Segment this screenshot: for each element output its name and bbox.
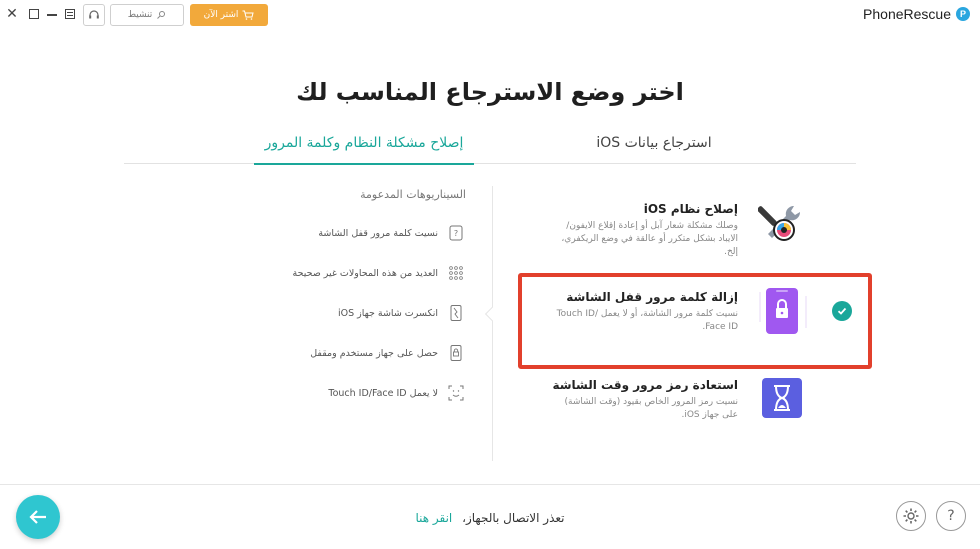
scenario-label: لا يعمل Touch ID/Face ID [328,387,438,399]
tab-system-repair[interactable]: إصلاح مشكلة النظام وكلمة المرور [254,122,474,165]
mode-tabs: استرجاع بيانات iOS إصلاح مشكلة النظام وك… [124,122,856,165]
scenario-item: حصل على جهاز مستخدم ومقفل [290,333,466,373]
password-icon: ? [446,223,466,243]
lock-icon [446,343,466,363]
option-remove-screen-lock[interactable]: إزالة كلمة مرور قفل الشاشة نسيت كلمة مرو… [548,290,738,334]
tab-ios-data-recovery[interactable]: استرجاع بيانات iOS [544,122,764,164]
option-ios-repair[interactable]: إصلاح نظام iOS وصلك مشكلة شعار آبل أو إع… [548,202,738,259]
settings-button[interactable] [896,501,926,531]
connection-message: تعذر الاتصال بالجهاز، انقر هنا [0,511,980,525]
screen-lock-icon [756,282,810,346]
broken-phone-icon [446,303,466,323]
page-title: اختر وضع الاسترجاع المناسب لك [296,78,684,106]
phonerescue-logo-icon: P [956,7,970,21]
app-name: PhoneRescue [863,6,951,22]
option-description: نسيت رمز المرور الخاص بقيود (وقت الشاشة)… [564,397,738,420]
maximize-icon[interactable] [26,6,42,22]
option-title: استعادة رمز مرور وقت الشاشة [552,378,738,392]
selected-check-icon [832,301,852,321]
menu-icon[interactable] [62,6,78,22]
footer: تعذر الاتصال بالجهاز، انقر هنا ? [0,484,980,549]
app-brand: PhoneRescue P [863,6,970,22]
headset-icon [89,10,99,19]
support-button[interactable] [83,4,105,26]
buy-now-button[interactable]: اشتر الآن [190,4,268,26]
scenario-item: ? نسيت كلمة مرور قفل الشاشة [290,213,466,253]
scenario-item: العديد من هذه المحاولات غير صحيحة [290,253,466,293]
scenario-item: انكسرت شاشة جهاز iOS [290,293,466,333]
help-button[interactable]: ? [936,501,966,531]
question-icon: ? [947,508,955,524]
option-screen-time-passcode[interactable]: استعادة رمز مرور وقت الشاشة نسيت رمز الم… [548,378,738,422]
gear-icon [903,508,919,524]
supported-scenarios: السيناريوهات المدعومة ? نسيت كلمة مرور ق… [290,188,466,413]
click-here-link[interactable]: انقر هنا [415,511,452,525]
divider-pointer [484,306,500,322]
option-title: إزالة كلمة مرور قفل الشاشة [566,290,738,304]
cart-icon [242,10,255,20]
buy-label: اشتر الآن [203,10,239,20]
tools-icon [757,200,806,252]
option-description: نسيت كلمة مرور الشاشة، أو لا يعمل Touch … [556,309,738,332]
scenario-item: لا يعمل Touch ID/Face ID [290,373,466,413]
svg-text:?: ? [454,229,458,238]
face-id-icon [446,383,466,403]
connection-error-text: تعذر الاتصال بالجهاز، [462,511,565,525]
minimize-icon[interactable] [44,6,60,22]
scenarios-title: السيناريوهات المدعومة [360,188,466,201]
scenario-label: العديد من هذه المحاولات غير صحيحة [292,267,439,279]
title-bar: ✕ تنشيط اشتر الآن PhoneRescue P [0,0,980,30]
keypad-icon [446,263,466,283]
activate-label: تنشيط [127,10,153,20]
hourglass-icon [760,376,804,424]
scenario-label: حصل على جهاز مستخدم ومقفل [310,347,438,359]
option-title: إصلاح نظام iOS [643,202,738,216]
scenario-label: انكسرت شاشة جهاز iOS [337,307,438,319]
close-icon[interactable]: ✕ [4,6,20,22]
column-divider [492,186,493,461]
key-icon [157,11,166,19]
scenario-label: نسيت كلمة مرور قفل الشاشة [318,227,438,239]
activate-button[interactable]: تنشيط [110,4,184,26]
option-description: وصلك مشكلة شعار آبل أو إعادة إقلاع الايف… [561,221,738,257]
